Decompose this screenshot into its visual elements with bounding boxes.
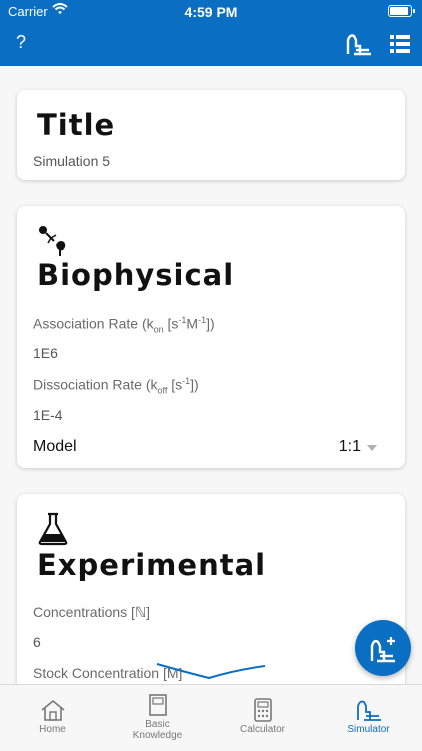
model-label: Model [33,438,77,455]
tab-simulator[interactable]: Simulator [316,685,421,751]
list-icon[interactable] [388,32,412,56]
tab-home-label: Home [39,724,66,735]
sensorgram-icon [356,700,381,721]
simulation-name-field[interactable]: Simulation 5 [33,153,110,169]
tab-basic-knowledge[interactable]: Basic Knowledge [105,685,210,751]
clock: 4:59 PM [184,4,238,20]
tab-home[interactable]: Home [0,685,105,751]
concentrations-label: Concentrations [ℕ] [33,604,151,620]
biophysical-card: Biophysical Association Rate (kon [s-1M-… [17,206,405,468]
experimental-card: Experimental Concentrations [ℕ] 6 Stock … [17,494,405,684]
experimental-heading: Experimental [37,548,267,582]
flask-icon [37,512,69,551]
sensorgram-curve [156,663,266,680]
status-bar: Carrier 4:59 PM [0,0,422,22]
simulation-form[interactable]: Title Simulation 5 Biophysical Associati… [0,66,422,684]
model-value: 1:1 [338,438,361,455]
help-button[interactable]: ? [10,32,32,54]
dissociation-rate-field[interactable]: 1E-4 [33,407,63,423]
battery-icon [388,5,415,17]
biophysical-heading: Biophysical [37,258,235,292]
tab-calculator-label: Calculator [239,724,286,735]
title-card-heading: Title [37,108,116,142]
model-select[interactable]: Model 1:1 [33,438,389,462]
tab-simulator-label: Simulator [347,724,390,735]
calculator-icon [253,698,272,722]
association-rate-field[interactable]: 1E6 [33,345,58,361]
house-icon [40,699,65,721]
chevron-down-icon [367,445,377,451]
dissociation-rate-label: Dissociation Rate (koff [s-1]) [33,376,199,396]
tab-basic-knowledge-label: Basic Knowledge [132,719,183,741]
concentrations-field[interactable]: 6 [33,634,41,650]
app-bar: ? [0,22,422,66]
tab-bar: Home Basic Knowledge Calculator Simulato… [0,684,422,751]
new-simulation-button[interactable] [355,620,411,676]
add-simulation-icon [370,637,395,663]
sensorgram-icon[interactable] [345,32,373,56]
tab-calculator[interactable]: Calculator [210,685,315,751]
title-card: Title Simulation 5 [17,90,405,180]
association-rate-label: Association Rate (kon [s-1M-1]) [33,315,215,335]
book-icon [148,694,167,716]
